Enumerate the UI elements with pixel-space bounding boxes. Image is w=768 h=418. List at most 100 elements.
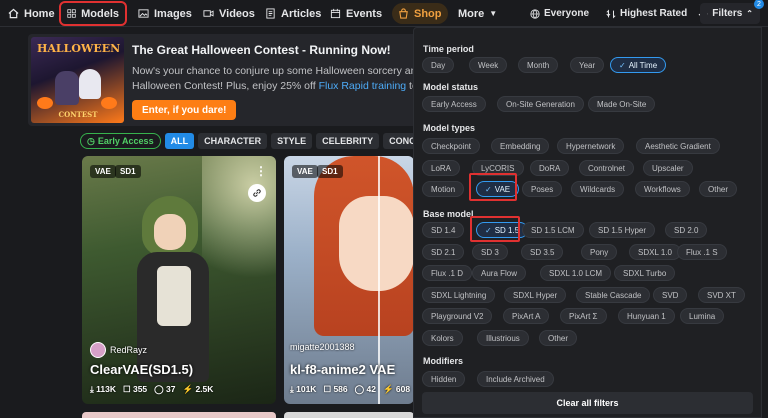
image-icon xyxy=(138,9,149,18)
base-sdxl-hyper[interactable]: SDXL Hyper xyxy=(504,287,567,303)
type-aesthetic-gradient[interactable]: Aesthetic Gradient xyxy=(636,138,720,154)
base-sd-3[interactable]: SD 3 xyxy=(472,244,508,260)
creator-name: RedRayz xyxy=(110,345,148,355)
base-svd[interactable]: SVD xyxy=(653,287,688,303)
download-count: ⤓ 113K xyxy=(90,384,116,394)
base-sdxl-turbo[interactable]: SDXL Turbo xyxy=(614,265,676,281)
base-hunyuan-1[interactable]: Hunyuan 1 xyxy=(618,308,675,324)
base-sdxl-1-0-lcm[interactable]: SDXL 1.0 LCM xyxy=(540,265,612,281)
tag-celebrity[interactable]: CELEBRITY xyxy=(316,133,380,149)
vae-highlight-box xyxy=(469,173,517,201)
time-all-time[interactable]: All Time xyxy=(610,57,667,73)
model-types-title: Model types xyxy=(423,123,476,133)
nav-events[interactable]: Events xyxy=(324,3,388,24)
filters-button[interactable]: Filters ⌃ xyxy=(700,3,760,24)
card-title: ClearVAE(SD1.5) xyxy=(90,362,194,377)
base-sd-1-5-hyper[interactable]: SD 1.5 Hyper xyxy=(589,222,656,238)
nav-images[interactable]: Images xyxy=(132,3,198,24)
status-on-site-generation[interactable]: On-Site Generation xyxy=(497,96,584,112)
nav-articles[interactable]: Articles xyxy=(259,3,327,24)
base-model-chip: SD1 xyxy=(115,165,141,178)
type-workflows[interactable]: Workflows xyxy=(635,181,690,197)
type-controlnet[interactable]: Controlnet xyxy=(579,160,634,176)
flux-training-link[interactable]: Flux Rapid training xyxy=(319,80,407,92)
tag-early-access-label: Early Access xyxy=(97,136,154,146)
type-upscaler[interactable]: Upscaler xyxy=(643,160,693,176)
tag-all[interactable]: ALL xyxy=(164,133,195,149)
nav-shop[interactable]: Shop xyxy=(392,3,448,24)
base-lumina[interactable]: Lumina xyxy=(680,308,725,324)
base-stable-cascade[interactable]: Stable Cascade xyxy=(576,287,651,303)
base-pony[interactable]: Pony xyxy=(581,244,618,260)
type-checkpoint[interactable]: Checkpoint xyxy=(422,138,481,154)
comment-count: ◯ 37 xyxy=(154,384,176,394)
nav-models[interactable]: Models xyxy=(59,1,127,26)
type-lora[interactable]: LoRA xyxy=(422,160,461,176)
base-pixart-sigma[interactable]: PixArt Σ xyxy=(560,308,607,324)
link-icon[interactable] xyxy=(248,184,266,202)
nav-articles-label: Articles xyxy=(281,7,322,20)
clear-all-filters-button[interactable]: Clear all filters xyxy=(422,392,753,414)
model-card[interactable]: VAE SD1 migatte2001388 kl-f8-anime2 VAE … xyxy=(284,156,414,404)
base-kolors[interactable]: Kolors xyxy=(422,330,463,346)
nav-models-label: Models xyxy=(81,7,119,20)
contest-image-caption: CONTEST xyxy=(58,110,98,119)
type-other[interactable]: Other xyxy=(699,181,738,197)
enter-contest-button[interactable]: Enter, if you dare! xyxy=(132,100,237,120)
time-year[interactable]: Year xyxy=(570,57,605,73)
base-flux-1-s[interactable]: Flux .1 S xyxy=(677,244,727,260)
audience-label: Everyone xyxy=(544,8,590,19)
base-sd-2-0[interactable]: SD 2.0 xyxy=(665,222,708,238)
type-poses[interactable]: Poses xyxy=(522,181,563,197)
more-options-icon[interactable]: ⋮ xyxy=(255,164,267,178)
base-svd-xt[interactable]: SVD XT xyxy=(698,287,745,303)
model-card[interactable]: VAE SD1 ⋮ RedRayz ClearVAE(SD1.5) ⤓ 113K… xyxy=(82,156,276,404)
base-other[interactable]: Other xyxy=(539,330,578,346)
card-light xyxy=(202,156,276,306)
nav-home[interactable]: Home xyxy=(2,3,61,24)
model-card-partial xyxy=(284,412,414,418)
base-aura-flow[interactable]: Aura Flow xyxy=(472,265,527,281)
time-week[interactable]: Week xyxy=(469,57,508,73)
sort-select[interactable]: Highest Rated ⌄ xyxy=(606,3,704,24)
creator[interactable]: RedRayz xyxy=(90,342,147,358)
sort-icon xyxy=(606,8,616,19)
modifier-include-archived[interactable]: Include Archived xyxy=(477,371,554,387)
type-motion[interactable]: Motion xyxy=(422,181,465,197)
time-month[interactable]: Month xyxy=(518,57,559,73)
nav-more[interactable]: More ▼ xyxy=(452,3,503,24)
card-stats: ⤓ 101K ☐ 586 ◯ 42 ⚡ 608 xyxy=(290,384,410,395)
type-hypernetwork[interactable]: Hypernetwork xyxy=(557,138,625,154)
card-figure-face xyxy=(339,196,414,291)
status-made-on-site[interactable]: Made On-Site xyxy=(588,96,656,112)
audience-select[interactable]: Everyone ⌄ xyxy=(530,3,612,24)
base-sdxl-1-0[interactable]: SDXL 1.0 xyxy=(629,244,681,260)
time-period-title: Time period xyxy=(423,44,474,54)
nav-videos[interactable]: Videos xyxy=(197,3,261,24)
tag-early-access[interactable]: ◷ Early Access xyxy=(80,133,161,149)
time-day[interactable]: Day xyxy=(422,57,455,73)
type-wildcards[interactable]: Wildcards xyxy=(571,181,625,197)
banner-description: Now's your chance to conjure up some Hal… xyxy=(132,64,418,94)
base-sd-1-5-lcm[interactable]: SD 1.5 LCM xyxy=(522,222,584,238)
status-early-access[interactable]: Early Access xyxy=(422,96,486,112)
base-sd-1-4[interactable]: SD 1.4 xyxy=(422,222,465,238)
modifier-hidden[interactable]: Hidden xyxy=(422,371,466,387)
base-playground-v2[interactable]: Playground V2 xyxy=(422,308,493,324)
type-dora[interactable]: DoRA xyxy=(530,160,570,176)
base-flux-1-d[interactable]: Flux .1 D xyxy=(422,265,473,281)
base-sd-2-1[interactable]: SD 2.1 xyxy=(422,244,465,260)
tag-style[interactable]: STYLE xyxy=(271,133,313,149)
base-sdxl-lightning[interactable]: SDXL Lightning xyxy=(422,287,496,303)
comment-count: ◯ 42 xyxy=(354,384,376,394)
download-count-value: 113K xyxy=(96,384,116,394)
article-icon xyxy=(266,8,275,19)
chevron-up-icon: ⌃ xyxy=(746,9,753,18)
base-illustrious[interactable]: Illustrious xyxy=(477,330,529,346)
base-sd-3-5[interactable]: SD 3.5 xyxy=(521,244,564,260)
type-chip: VAE xyxy=(292,165,318,178)
tag-character[interactable]: CHARACTER xyxy=(198,133,268,149)
creator[interactable]: migatte2001388 xyxy=(290,342,355,352)
type-embedding[interactable]: Embedding xyxy=(491,138,550,154)
base-pixart-a[interactable]: PixArt A xyxy=(503,308,550,324)
